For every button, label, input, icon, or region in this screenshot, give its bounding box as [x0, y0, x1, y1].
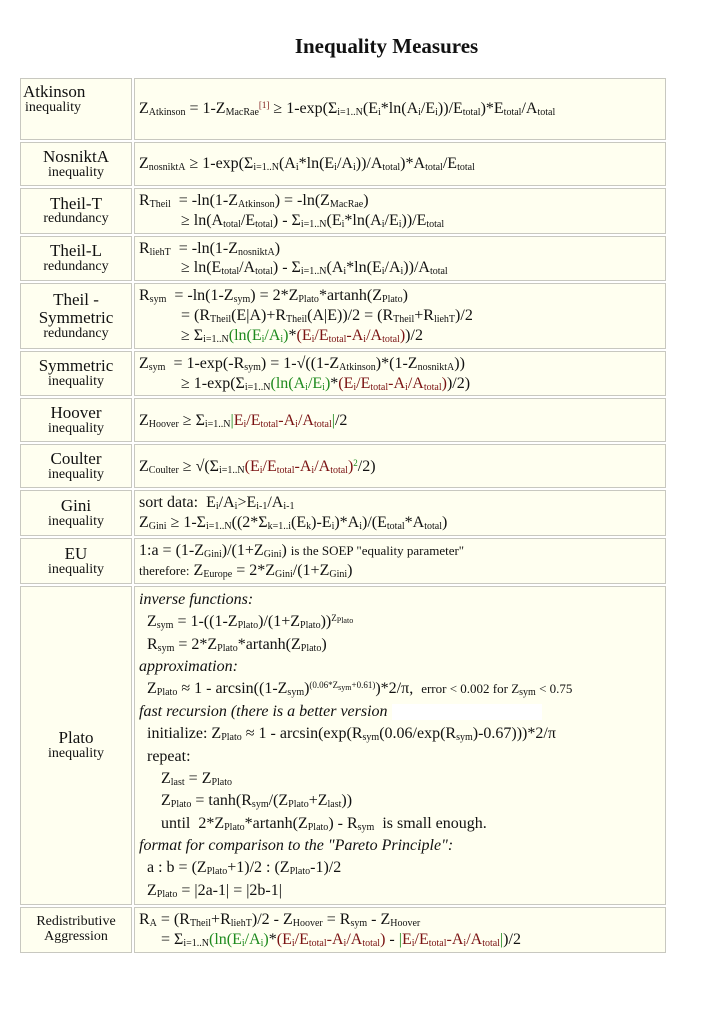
footnote-link[interactable]: [1] — [259, 100, 270, 110]
row-label: NosniktA inequality — [20, 142, 132, 186]
measures-table: Atkinson inequality ZAtkinson = 1-ZMacRa… — [18, 76, 668, 955]
formula-coulter: ZCoulter ≥ √(Σi=1..N(Ei/Etotal-Ai/Atotal… — [134, 444, 666, 489]
row-label: Plato inequality — [20, 585, 132, 906]
table-row: Redistributive Aggression RA = (RTheil+R… — [20, 907, 666, 953]
table-row: Coulter inequality ZCoulter ≥ √(Σi=1..N(… — [20, 444, 666, 489]
formula-redistributive-aggression: RA = (RTheil+RliehT)/2 - ZHoover = Rsym … — [134, 907, 666, 953]
masked-region — [391, 704, 542, 721]
row-label: Gini inequality — [20, 490, 132, 537]
table-row: Theil-T redundancy RTheil = -ln(1-ZAtkin… — [20, 188, 666, 234]
table-row: Gini inequality sort data: Ei/Ai>Ei-1/Ai… — [20, 490, 666, 537]
formula-theil-symmetric: Rsym = -ln(1-Zsym) = 2*ZPlato*artanh(ZPl… — [134, 283, 666, 349]
row-label: Coulter inequality — [20, 444, 132, 489]
formula-gini: sort data: Ei/Ai>Ei-1/Ai-1 ZGini ≥ 1-Σi=… — [134, 490, 666, 537]
row-label: Theil - Symmetric redundancy — [20, 283, 132, 349]
formula-plato: inverse functions: Zsym = 1-((1-ZPlato)/… — [134, 585, 666, 906]
table-row: Symmetric inequality Zsym = 1-exp(-Rsym)… — [20, 350, 666, 397]
row-label: Theil-L redundancy — [20, 235, 132, 282]
table-row: EU inequality 1:a = (1-ZGini)/(1+ZGini) … — [20, 538, 666, 584]
table-row: Plato inequality inverse functions: Zsym… — [20, 585, 666, 906]
page-title: Inequality Measures — [294, 34, 479, 58]
table-row: Theil-L redundancy RliehT = -ln(1-Znosni… — [20, 235, 666, 282]
row-label: Theil-T redundancy — [20, 188, 132, 234]
table-row: Theil - Symmetric redundancy Rsym = -ln(… — [20, 283, 666, 349]
formula-atkinson: ZAtkinson = 1-ZMacRae[1] ≥ 1-exp(Σi=1..N… — [134, 78, 666, 140]
formula-nosnikta: ZnosniktA ≥ 1-exp(Σi=1..N(Ai*ln(Ei/Ai))/… — [134, 142, 666, 186]
row-label: EU inequality — [20, 538, 132, 584]
table-row: NosniktA inequality ZnosniktA ≥ 1-exp(Σi… — [20, 142, 666, 186]
formula-eu: 1:a = (1-ZGini)/(1+ZGini) is the SOEP "e… — [134, 538, 666, 584]
table-row: Hoover inequality ZHoover ≥ Σi=1..N|Ei/E… — [20, 398, 666, 443]
row-label: Redistributive Aggression — [20, 907, 132, 953]
row-label: Hoover inequality — [20, 398, 132, 443]
table-row: Atkinson inequality ZAtkinson = 1-ZMacRa… — [20, 78, 666, 140]
formula-hoover: ZHoover ≥ Σi=1..N|Ei/Etotal-Ai/Atotal|/2 — [134, 398, 666, 443]
row-label: Atkinson inequality — [20, 78, 132, 140]
formula-theil-l: RliehT = -ln(1-ZnosniktA) ≥ ln(Etotal/At… — [134, 235, 666, 282]
formula-symmetric: Zsym = 1-exp(-Rsym) = 1-√((1-ZAtkinson)*… — [134, 350, 666, 397]
formula-theil-t: RTheil = -ln(1-ZAtkinson) = -ln(ZMacRae)… — [134, 188, 666, 234]
row-label: Symmetric inequality — [20, 350, 132, 397]
